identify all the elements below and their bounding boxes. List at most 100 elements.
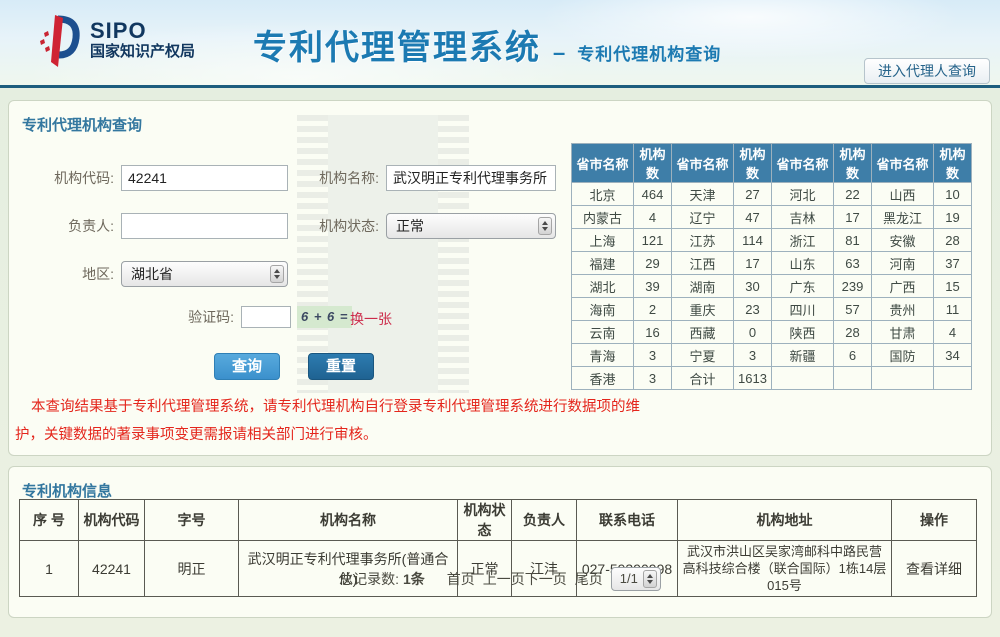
province-cell: 海南 — [572, 298, 634, 321]
province-cell: 28 — [834, 321, 872, 344]
province-cell: 121 — [634, 229, 672, 252]
org-code-label: 机构代码: — [29, 165, 114, 191]
search-button[interactable]: 查询 — [214, 353, 280, 380]
title-dash: – — [553, 40, 565, 69]
building-watermark-image — [297, 115, 469, 393]
next-page-link[interactable]: 下一页 — [525, 569, 567, 589]
province-count-header: 机构数 — [934, 144, 972, 183]
result-col-header: 机构地址 — [678, 500, 892, 541]
region-label: 地区: — [29, 261, 114, 287]
page-number-select[interactable]: 1/1 — [611, 567, 661, 591]
result-col-header: 字号 — [145, 500, 239, 541]
province-cell: 10 — [934, 183, 972, 206]
select-stepper-icon — [538, 217, 552, 235]
query-panel-title: 专利代理机构查询 — [22, 114, 142, 135]
captcha-refresh-link[interactable]: 换一张 — [350, 309, 392, 329]
first-page-link[interactable]: 首页 — [447, 569, 475, 589]
province-cell: 安徽 — [872, 229, 934, 252]
province-cell: 81 — [834, 229, 872, 252]
province-cell: 山西 — [872, 183, 934, 206]
pagination-bar: 总记录数: 1条 首页 上一页 下一页 尾页 1/1 — [9, 567, 991, 591]
sipo-logo: SIPO 国家知识产权局 — [36, 13, 195, 69]
reset-button[interactable]: 重置 — [308, 353, 374, 380]
province-cell: 国防 — [872, 344, 934, 367]
province-cell: 34 — [934, 344, 972, 367]
province-cell: 西藏 — [672, 321, 734, 344]
province-cell: 湖南 — [672, 275, 734, 298]
province-cell: 吉林 — [772, 206, 834, 229]
org-name-input[interactable] — [386, 165, 556, 191]
province-cell: 57 — [834, 298, 872, 321]
province-cell: 福建 — [572, 252, 634, 275]
province-cell: 3 — [734, 344, 772, 367]
result-col-header: 操作 — [892, 500, 977, 541]
province-table-body: 北京464天津27河北22山西10内蒙古4辽宁47吉林17黑龙江19上海121江… — [572, 183, 972, 390]
result-col-header: 机构状态 — [458, 500, 512, 541]
agent-query-button[interactable]: 进入代理人查询 — [864, 58, 990, 84]
org-code-input[interactable] — [121, 165, 288, 191]
captcha-image[interactable]: 6 + 6 = — [297, 306, 352, 328]
principal-label: 负责人: — [29, 213, 114, 239]
result-col-header: 联系电话 — [577, 500, 678, 541]
province-row: 海南2重庆23四川57贵州11 — [572, 298, 972, 321]
province-cell: 19 — [934, 206, 972, 229]
province-cell: 青海 — [572, 344, 634, 367]
page-number-value: 1/1 — [620, 571, 638, 586]
province-cell: 63 — [834, 252, 872, 275]
last-page-link[interactable]: 尾页 — [575, 569, 603, 589]
province-cell — [834, 367, 872, 390]
query-panel: 专利代理机构查询 机构代码: 机构名称: 负责人: 机构状态: 正常 地区: 湖… — [8, 100, 992, 456]
province-cell: 11 — [934, 298, 972, 321]
province-cell: 28 — [934, 229, 972, 252]
province-cell: 2 — [634, 298, 672, 321]
province-cell: 黑龙江 — [872, 206, 934, 229]
province-cell: 重庆 — [672, 298, 734, 321]
province-cell: 河北 — [772, 183, 834, 206]
province-cell: 4 — [634, 206, 672, 229]
province-cell: 浙江 — [772, 229, 834, 252]
province-cell: 四川 — [772, 298, 834, 321]
province-cell: 江苏 — [672, 229, 734, 252]
org-status-select[interactable]: 正常 — [386, 213, 556, 239]
region-select[interactable]: 湖北省 — [121, 261, 288, 287]
province-name-header: 省市名称 — [772, 144, 834, 183]
province-count-table: 省市名称机构数省市名称机构数省市名称机构数省市名称机构数 北京464天津27河北… — [571, 143, 972, 390]
org-status-value: 正常 — [396, 218, 424, 234]
province-row: 福建29江西17山东63河南37 — [572, 252, 972, 275]
captcha-label: 验证码: — [119, 305, 234, 329]
logo-sipo-text: SIPO — [90, 20, 195, 42]
province-cell: 6 — [834, 344, 872, 367]
province-cell: 香港 — [572, 367, 634, 390]
principal-input[interactable] — [121, 213, 288, 239]
province-cell: 湖北 — [572, 275, 634, 298]
province-row: 云南16西藏0陕西28甘肃4 — [572, 321, 972, 344]
province-cell: 29 — [634, 252, 672, 275]
province-name-header: 省市名称 — [572, 144, 634, 183]
logo-text: SIPO 国家知识产权局 — [90, 20, 195, 62]
province-cell: 天津 — [672, 183, 734, 206]
province-cell: 39 — [634, 275, 672, 298]
province-cell: 江西 — [672, 252, 734, 275]
query-notice-text: 本查询结果基于专利代理管理系统，请专利代理机构自行登录专利代理管理系统进行数据项… — [15, 393, 651, 449]
prev-page-link[interactable]: 上一页 — [483, 569, 525, 589]
province-row: 香港3合计1613 — [572, 367, 972, 390]
province-cell: 23 — [734, 298, 772, 321]
province-cell: 27 — [734, 183, 772, 206]
province-cell: 114 — [734, 229, 772, 252]
page-header: SIPO 国家知识产权局 专利代理管理系统 – 专利代理机构查询 进入代理人查询 — [0, 0, 1000, 88]
province-count-header: 机构数 — [734, 144, 772, 183]
province-name-header: 省市名称 — [672, 144, 734, 183]
province-row: 北京464天津27河北22山西10 — [572, 183, 972, 206]
captcha-input[interactable] — [241, 306, 291, 328]
province-cell: 22 — [834, 183, 872, 206]
province-count-header: 机构数 — [634, 144, 672, 183]
result-col-header: 负责人 — [512, 500, 577, 541]
result-panel-title: 专利机构信息 — [22, 480, 112, 501]
province-name-header: 省市名称 — [872, 144, 934, 183]
province-cell: 内蒙古 — [572, 206, 634, 229]
region-value: 湖北省 — [131, 266, 173, 282]
province-cell: 4 — [934, 321, 972, 344]
province-cell: 合计 — [672, 367, 734, 390]
province-cell: 1613 — [734, 367, 772, 390]
logo-org-text: 国家知识产权局 — [90, 42, 195, 62]
